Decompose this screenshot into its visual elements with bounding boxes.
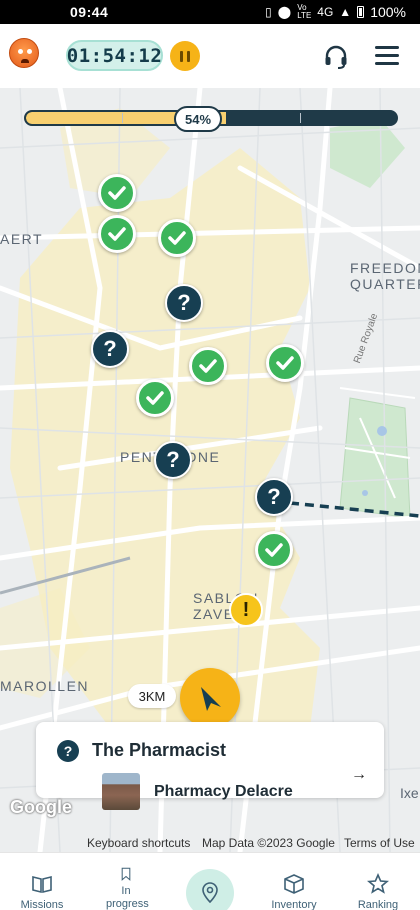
map-label-marollen: MAROLLEN xyxy=(0,678,90,694)
nav-in-progress-label: In progress xyxy=(106,885,149,910)
navigation-arrow-icon xyxy=(201,687,221,711)
map-label-freedom-line2: QUARTER xyxy=(350,276,420,292)
angry-face-icon[interactable] xyxy=(9,38,39,68)
pause-button[interactable] xyxy=(170,41,200,71)
arrow-right-icon[interactable]: → xyxy=(351,766,367,784)
book-icon xyxy=(32,875,52,894)
network-label: 4G xyxy=(317,5,334,19)
checkmark-icon xyxy=(146,391,164,405)
headset-icon[interactable] xyxy=(323,44,349,70)
hamburger-menu-icon[interactable] xyxy=(375,46,399,66)
location-pin-icon xyxy=(202,882,218,904)
status-time: 09:44 xyxy=(70,4,109,20)
checkmark-icon xyxy=(199,359,217,373)
nav-missions-label: Missions xyxy=(20,899,64,910)
completed-mission-marker[interactable] xyxy=(255,531,293,569)
completed-mission-marker[interactable] xyxy=(266,344,304,382)
unknown-mission-marker[interactable]: ? xyxy=(91,330,129,368)
unknown-mission-marker[interactable]: ? xyxy=(154,441,192,479)
distance-badge: 3KM xyxy=(128,684,176,708)
checkmark-icon xyxy=(265,543,283,557)
map-data-label: Map Data ©2023 Google xyxy=(202,836,335,850)
volte-icon: Vo LTE xyxy=(297,3,312,20)
checkmark-icon xyxy=(108,186,126,200)
terms-of-use-link[interactable]: Terms of Use xyxy=(344,836,415,850)
keyboard-shortcuts-link[interactable]: Keyboard shortcuts xyxy=(87,836,190,850)
nav-inventory[interactable]: Inventory xyxy=(252,853,336,910)
bottom-nav: Missions In progress Inventory Ranking xyxy=(0,852,420,910)
nav-map[interactable] xyxy=(186,869,234,910)
status-icons: ▯ ⬤ Vo LTE 4G ▲ 100% xyxy=(265,3,406,21)
location-icon: ⬤ xyxy=(277,5,292,19)
unknown-mission-marker[interactable]: ? xyxy=(255,478,293,516)
vibrate-icon: ▯ xyxy=(265,5,272,19)
box-icon xyxy=(284,874,304,894)
google-logo: Google xyxy=(10,797,72,817)
app-header: 01:54:12 xyxy=(0,24,420,88)
battery-label: 100% xyxy=(370,4,406,20)
place-thumbnail xyxy=(102,773,140,810)
checkmark-icon xyxy=(276,356,294,370)
mission-timer: 01:54:12 xyxy=(66,40,163,71)
mission-title: The Pharmacist xyxy=(92,740,227,760)
alert-mission-marker[interactable]: ! xyxy=(229,593,263,627)
nav-ranking[interactable]: Ranking xyxy=(336,853,420,910)
navigate-button[interactable] xyxy=(180,668,240,728)
unknown-mission-marker[interactable]: ? xyxy=(165,284,203,322)
current-mission-card[interactable]: ? The Pharmacist Pharmacy Delacre → xyxy=(36,722,384,810)
completed-mission-marker[interactable] xyxy=(98,174,136,212)
bookmark-icon xyxy=(121,867,131,881)
battery-icon xyxy=(357,6,365,18)
pause-icon xyxy=(180,50,183,62)
nav-ranking-label: Ranking xyxy=(357,899,399,910)
completed-mission-marker[interactable] xyxy=(98,215,136,253)
nav-missions[interactable]: Missions xyxy=(0,853,84,910)
completed-mission-marker[interactable] xyxy=(136,379,174,417)
nav-in-progress[interactable]: In progress xyxy=(84,853,168,910)
signal-icon: ▲ xyxy=(339,5,352,19)
checkmark-icon xyxy=(168,231,186,245)
nav-inventory-label: Inventory xyxy=(271,899,317,910)
map-label-freedom-line1: FREEDON xyxy=(350,260,420,276)
map-view[interactable]: AERT FREEDON QUARTER PENTAGONE SABLON ZA… xyxy=(0,88,420,852)
status-bar: 09:44 ▯ ⬤ Vo LTE 4G ▲ 100% xyxy=(0,0,420,24)
completed-mission-marker[interactable] xyxy=(158,219,196,257)
completed-mission-marker[interactable] xyxy=(189,347,227,385)
map-label-ixelles: Ixe xyxy=(400,785,419,801)
map-label-aert: AERT xyxy=(0,231,44,247)
star-icon xyxy=(367,873,389,894)
mission-place-name: Pharmacy Delacre xyxy=(154,783,293,800)
progress-percent-badge: 54% xyxy=(174,106,222,132)
question-icon: ? xyxy=(57,740,79,762)
checkmark-icon xyxy=(108,227,126,241)
